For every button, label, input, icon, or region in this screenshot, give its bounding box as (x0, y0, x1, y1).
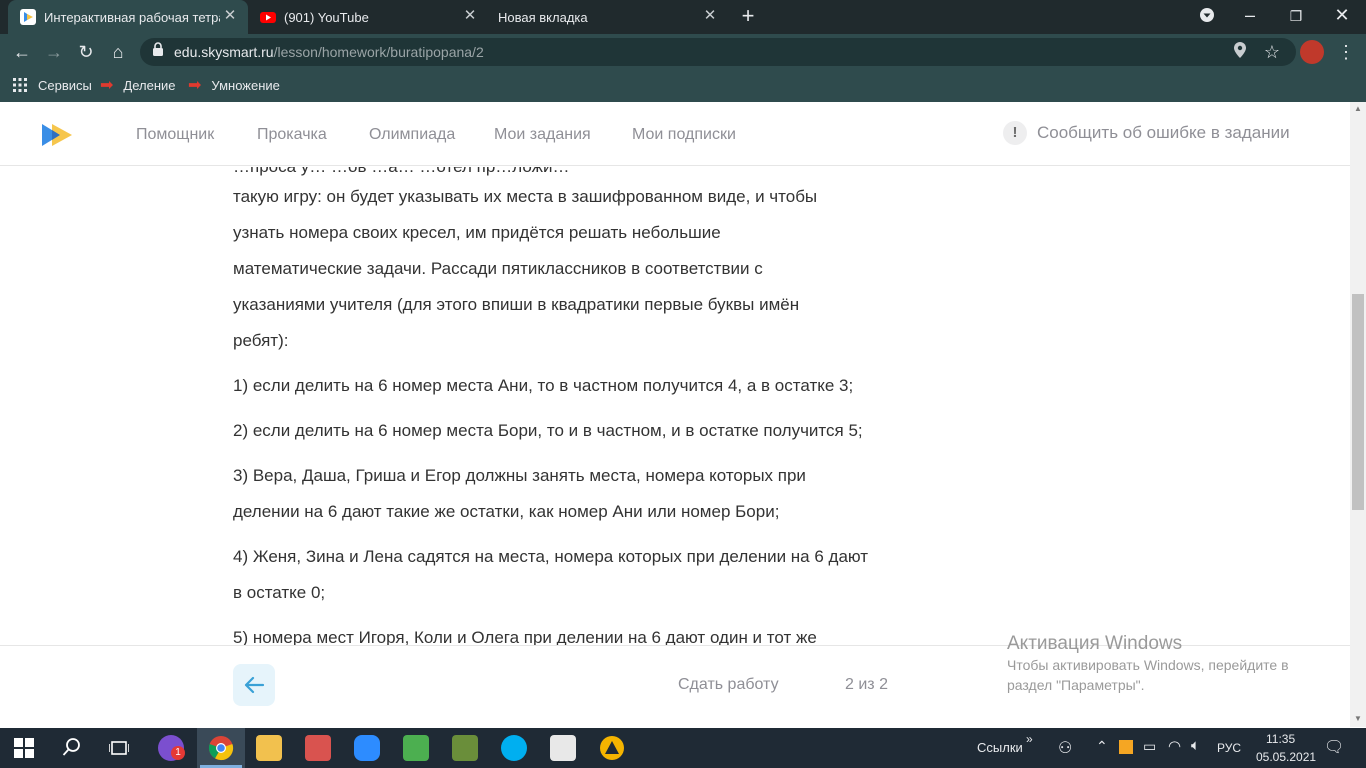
new-tab-icon[interactable]: + (736, 5, 760, 27)
skysmart-favicon-icon (20, 9, 36, 25)
tray-chevron-icon[interactable]: ⌃ (1096, 738, 1108, 755)
tab-title: (901) YouTube (284, 9, 369, 25)
tab-new[interactable]: Новая вкладка ✕ (488, 0, 728, 34)
app-tool-icon[interactable] (305, 735, 331, 761)
nav-my-subscriptions[interactable]: Мои подписки (632, 126, 736, 144)
tab-search-icon[interactable] (1195, 7, 1219, 27)
url-path: /lesson/homework/buratipopana/2 (273, 44, 484, 60)
scroll-up-icon[interactable]: ▲ (1354, 104, 1362, 113)
red-arrow-icon: ➡ (188, 77, 202, 94)
nav-training[interactable]: Прокачка (257, 126, 327, 144)
task-content: …проса у… …ов …а… …отел пр…ложи… такую и… (0, 167, 1350, 645)
links-toolbar[interactable]: Ссылки (977, 740, 1023, 755)
chrome-icon[interactable] (208, 735, 234, 766)
url-text[interactable]: edu.skysmart.ru/lesson/homework/buratipo… (174, 44, 484, 60)
viber-badge: 1 (171, 746, 185, 760)
bookmark-multiplication[interactable]: ➡ Умножение (188, 76, 280, 94)
skysmart-logo[interactable] (42, 122, 76, 148)
bookmark-star-icon[interactable]: ☆ (1260, 42, 1284, 62)
search-icon[interactable] (62, 737, 82, 762)
tab-title: Интерактивная рабочая тетрадь (44, 9, 220, 25)
warning-icon[interactable]: ! (1003, 121, 1027, 145)
clock-time[interactable]: 11:35 (1266, 732, 1295, 746)
nav-my-tasks[interactable]: Мои задания (494, 126, 591, 144)
apps-grid-icon (12, 77, 28, 93)
windows-start-icon[interactable] (14, 738, 34, 763)
scrollbar-thumb[interactable] (1352, 294, 1364, 510)
close-tab-icon[interactable]: ✕ (462, 8, 478, 24)
maximize-icon[interactable]: ❐ (1284, 6, 1308, 26)
clock-date[interactable]: 05.05.2021 (1256, 750, 1316, 764)
bookmark-services[interactable]: Сервисы (12, 76, 92, 94)
scroll-down-icon[interactable]: ▼ (1354, 714, 1362, 723)
intro-line-4: указаниями учителя (для этого впиши в кв… (233, 295, 800, 314)
arrow-left-icon (243, 675, 265, 700)
notifications-icon[interactable]: 🗨︎ (1324, 737, 1344, 757)
tab-workbook[interactable]: Интерактивная рабочая тетрадь ✕ (8, 0, 248, 34)
url-host: edu.skysmart.ru (174, 44, 274, 60)
home-icon[interactable]: ⌂ (106, 42, 130, 62)
condition-5-line-1: 5) номера мест Игоря, Коли и Олега при д… (233, 628, 817, 645)
submit-work-button[interactable]: Сдать работу (678, 676, 779, 694)
page-counter: 2 из 2 (845, 676, 888, 693)
intro-line-3: математические задачи. Рассади пятикласс… (233, 259, 763, 278)
lock-icon[interactable] (146, 42, 170, 62)
store-icon[interactable] (550, 735, 576, 761)
condition-3-line-1: 3) Вера, Даша, Гриша и Егор должны занят… (233, 466, 806, 485)
battery-icon[interactable]: ▭ (1143, 738, 1156, 755)
intro-line-1: такую игру: он будет указывать их места … (233, 187, 818, 206)
task-view-icon[interactable] (108, 738, 130, 763)
volume-icon[interactable]: 🔈︎ (1191, 737, 1200, 754)
condition-3-line-2: делении на 6 дают такие же остатки, как … (233, 502, 780, 521)
people-icon[interactable]: ⚇ (1058, 738, 1072, 758)
profile-avatar[interactable] (1300, 40, 1324, 64)
close-tab-icon[interactable]: ✕ (222, 8, 238, 24)
wifi-icon[interactable]: ◠ (1168, 737, 1181, 755)
file-explorer-icon[interactable] (256, 735, 282, 761)
language-indicator[interactable]: РУС (1217, 741, 1241, 755)
utorrent-icon[interactable] (403, 735, 429, 761)
prev-button[interactable] (233, 664, 275, 706)
nav-helper[interactable]: Помощник (136, 126, 214, 144)
activation-title: Активация Windows (1007, 633, 1183, 654)
condition-4-line-1: 4) Женя, Зина и Лена садятся на места, н… (233, 547, 869, 566)
bookmark-label: Сервисы (38, 77, 92, 93)
activation-line-1: Чтобы активировать Windows, перейдите в (1007, 657, 1289, 673)
intro-line-5: ребят): (233, 331, 289, 350)
reload-icon[interactable]: ↻ (74, 42, 98, 62)
intro-line-2: узнать номера своих кресел, им придётся … (233, 223, 721, 242)
tray-app-icon[interactable] (1119, 740, 1133, 754)
close-window-icon[interactable]: ✕ (1330, 5, 1354, 25)
minimize-icon[interactable]: – (1238, 5, 1262, 25)
menu-dots-icon[interactable]: ⋮ (1334, 42, 1358, 62)
red-arrow-icon: ➡ (100, 77, 114, 94)
skype-icon[interactable] (501, 735, 527, 761)
condition-4-line-2: в остатке 0; (233, 583, 326, 602)
condition-1: 1) если делить на 6 номер места Ани, то … (233, 376, 854, 395)
links-expand-icon[interactable]: » (1026, 732, 1033, 746)
zoom-icon[interactable] (354, 735, 380, 761)
bookmark-division[interactable]: ➡ Деление (100, 76, 176, 94)
close-tab-icon[interactable]: ✕ (702, 8, 718, 24)
forward-icon[interactable]: → (42, 42, 66, 62)
tab-title: Новая вкладка (498, 9, 588, 25)
youtube-favicon-icon (260, 9, 276, 25)
bookmark-label: Умножение (211, 77, 280, 93)
bookmark-label: Деление (123, 77, 176, 93)
tab-youtube[interactable]: (901) YouTube ✕ (248, 0, 488, 34)
condition-2: 2) если делить на 6 номер места Бори, то… (233, 421, 863, 440)
location-pin-icon[interactable] (1228, 42, 1252, 62)
report-error-link[interactable]: Сообщить об ошибке в задании (1037, 123, 1290, 143)
nav-olympiad[interactable]: Олимпиада (369, 126, 455, 144)
minecraft-icon[interactable] (452, 735, 478, 761)
back-icon[interactable]: ← (10, 42, 34, 62)
activation-line-2: раздел "Параметры". (1007, 677, 1145, 693)
game-launcher-icon[interactable] (599, 735, 625, 766)
